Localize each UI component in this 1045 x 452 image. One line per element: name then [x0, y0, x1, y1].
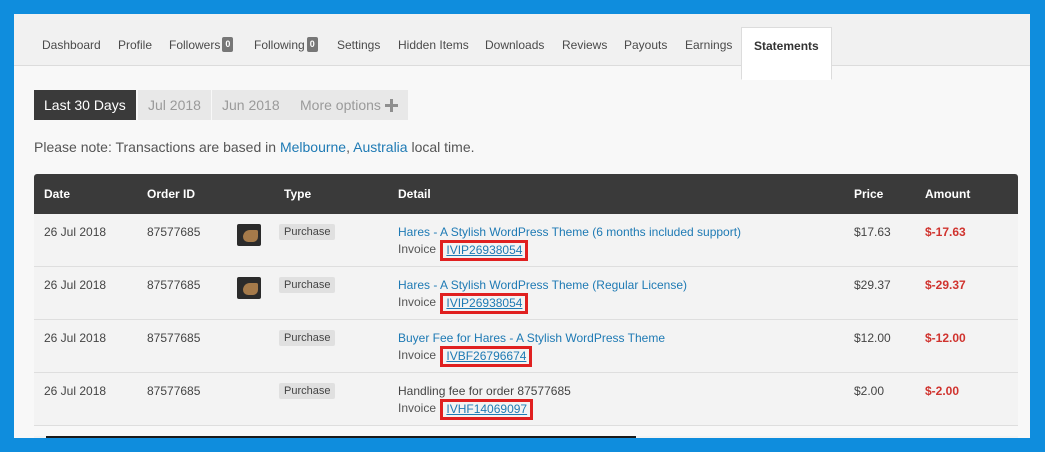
- followers-count-badge: 0: [222, 37, 234, 53]
- period-last-30-days-button[interactable]: Last 30 Days: [34, 90, 136, 120]
- item-link[interactable]: Hares - A Stylish WordPress Theme (Regul…: [398, 278, 687, 292]
- tab-hidden-items[interactable]: Hidden Items: [398, 14, 469, 66]
- invoice-link[interactable]: IVIP26938054: [440, 293, 529, 314]
- row-amount: $-29.37: [925, 278, 966, 292]
- header-detail: Detail: [398, 187, 431, 201]
- row-invoice: Invoice IVBF26796674: [398, 345, 533, 367]
- row-order-id: 87577685: [147, 384, 201, 398]
- row-detail: Hares - A Stylish WordPress Theme (6 mon…: [398, 225, 741, 239]
- item-thumbnail-icon[interactable]: [237, 277, 261, 299]
- tab-label: Payouts: [624, 38, 668, 52]
- tab-label: Settings: [337, 38, 381, 52]
- tab-label: Statements: [754, 39, 819, 53]
- header-order-id: Order ID: [147, 187, 196, 201]
- row-price: $29.37: [854, 278, 891, 292]
- period-jul-2018-button[interactable]: Jul 2018: [138, 90, 211, 120]
- table-row: 26 Jul 2018 87577685 Purchase Handling f…: [34, 373, 1018, 426]
- following-count-badge: 0: [306, 37, 318, 53]
- divider: [46, 436, 636, 438]
- period-jun-2018-button[interactable]: Jun 2018: [212, 90, 290, 120]
- tab-earnings[interactable]: Earnings: [685, 14, 732, 66]
- type-badge: Purchase: [279, 330, 336, 346]
- invoice-label: Invoice: [398, 295, 437, 309]
- tab-label: Hidden Items: [398, 38, 469, 52]
- item-link[interactable]: Buyer Fee for Hares - A Stylish WordPres…: [398, 331, 665, 345]
- item-thumbnail-icon[interactable]: [237, 224, 261, 246]
- tab-statements[interactable]: Statements: [741, 27, 832, 80]
- header-price: Price: [854, 187, 884, 201]
- row-order-id: 87577685: [147, 225, 201, 239]
- table-row: 26 Jul 2018 87577685 Purchase Hares - A …: [34, 214, 1018, 267]
- row-date: 26 Jul 2018: [44, 331, 107, 345]
- type-badge: Purchase: [279, 224, 336, 240]
- table-row: 26 Jul 2018 87577685 Purchase Buyer Fee …: [34, 320, 1018, 373]
- tab-label: Following: [254, 38, 305, 52]
- row-amount: $-17.63: [925, 225, 966, 239]
- row-date: 26 Jul 2018: [44, 225, 107, 239]
- tab-payouts[interactable]: Payouts: [624, 14, 667, 66]
- tab-dashboard[interactable]: Dashboard: [42, 14, 101, 66]
- row-detail: Buyer Fee for Hares - A Stylish WordPres…: [398, 331, 665, 345]
- row-order-id: 87577685: [147, 331, 201, 345]
- statement-table-header: Date Order ID Type Detail Price Amount: [34, 174, 1018, 214]
- city-link[interactable]: Melbourne: [280, 139, 346, 155]
- row-invoice: Invoice IVHF14069097: [398, 398, 534, 420]
- row-date: 26 Jul 2018: [44, 384, 107, 398]
- invoice-label: Invoice: [398, 242, 437, 256]
- invoice-label: Invoice: [398, 401, 437, 415]
- tab-label: Reviews: [562, 38, 608, 52]
- table-row: 26 Jul 2018 87577685 Purchase Hares - A …: [34, 267, 1018, 320]
- tab-label: Downloads: [485, 38, 545, 52]
- next-row-partial: [34, 436, 1018, 438]
- plus-icon: [384, 99, 398, 112]
- row-invoice: Invoice IVIP26938054: [398, 239, 529, 261]
- tab-label: Earnings: [685, 38, 733, 52]
- invoice-link[interactable]: IVIP26938054: [440, 240, 529, 261]
- row-date: 26 Jul 2018: [44, 278, 107, 292]
- row-order-id: 87577685: [147, 278, 201, 292]
- row-price: $12.00: [854, 331, 891, 345]
- row-detail: Handling fee for order 87577685: [398, 384, 571, 398]
- row-price: $17.63: [854, 225, 891, 239]
- invoice-link[interactable]: IVBF26796674: [440, 346, 533, 367]
- header-type: Type: [284, 187, 312, 201]
- type-badge: Purchase: [279, 383, 336, 399]
- header-amount: Amount: [925, 187, 971, 201]
- account-tab-bar: Dashboard Profile Followers 0 Following 0 …: [14, 14, 1030, 80]
- row-invoice: Invoice IVIP26938054: [398, 292, 529, 314]
- type-badge: Purchase: [279, 277, 336, 293]
- note-suffix: local time.: [407, 139, 475, 155]
- timezone-note: Please note: Transactions are based in M…: [34, 139, 475, 155]
- tab-followers[interactable]: Followers 0: [169, 14, 234, 66]
- item-link[interactable]: Hares - A Stylish WordPress Theme (6 mon…: [398, 225, 741, 239]
- row-detail: Hares - A Stylish WordPress Theme (Regul…: [398, 278, 687, 292]
- tab-label: Dashboard: [42, 38, 101, 52]
- tab-profile[interactable]: Profile: [118, 14, 152, 66]
- tab-label: Followers: [169, 38, 221, 52]
- tab-reviews[interactable]: Reviews: [562, 14, 607, 66]
- tab-settings[interactable]: Settings: [337, 14, 380, 66]
- header-date: Date: [44, 187, 71, 201]
- row-amount: $-2.00: [925, 384, 960, 398]
- invoice-label: Invoice: [398, 348, 437, 362]
- tab-downloads[interactable]: Downloads: [485, 14, 544, 66]
- row-price: $2.00: [854, 384, 885, 398]
- more-options-label: More options: [300, 97, 381, 113]
- row-amount: $-12.00: [925, 331, 966, 345]
- more-options-button[interactable]: More options: [290, 90, 408, 120]
- invoice-link[interactable]: IVHF14069097: [440, 399, 534, 420]
- tab-label: Profile: [118, 38, 153, 52]
- statements-panel: Dashboard Profile Followers 0 Following 0 …: [14, 14, 1030, 438]
- note-prefix: Please note: Transactions are based in: [34, 139, 280, 155]
- country-link[interactable]: Australia: [353, 139, 407, 155]
- tab-following[interactable]: Following 0: [254, 14, 318, 66]
